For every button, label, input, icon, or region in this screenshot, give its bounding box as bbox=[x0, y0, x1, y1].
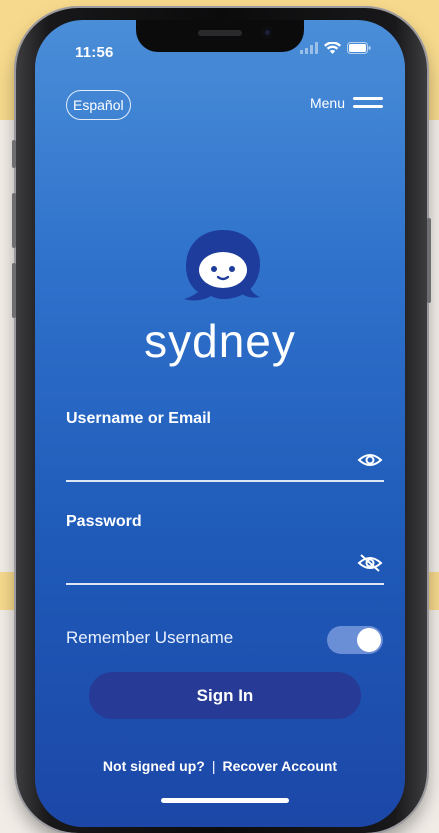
menu-label: Menu bbox=[309, 95, 345, 111]
signal-icon bbox=[300, 42, 318, 54]
eye-off-icon[interactable] bbox=[357, 553, 383, 573]
username-underline bbox=[66, 480, 384, 482]
remember-username-label: Remember Username bbox=[66, 628, 234, 647]
username-input[interactable] bbox=[66, 443, 346, 471]
app-wordmark: sydney bbox=[144, 315, 296, 367]
app-screen: 11:56 Español Menu sydney Username or Em… bbox=[35, 20, 405, 827]
battery-icon bbox=[347, 42, 371, 54]
username-label: Username or Email bbox=[66, 410, 211, 427]
notch bbox=[136, 20, 304, 52]
password-input[interactable] bbox=[66, 546, 346, 574]
remember-username-toggle[interactable] bbox=[327, 626, 383, 654]
password-label: Password bbox=[66, 513, 142, 530]
menu-button[interactable]: Menu bbox=[310, 95, 383, 111]
password-underline bbox=[66, 583, 384, 585]
wifi-icon bbox=[324, 42, 341, 54]
status-time: 11:56 bbox=[75, 44, 114, 61]
eye-icon[interactable] bbox=[357, 450, 383, 470]
volume-down-button bbox=[12, 263, 16, 318]
front-camera bbox=[262, 27, 273, 38]
chat-bubble-logo-icon bbox=[184, 230, 260, 301]
language-toggle-button[interactable]: Español bbox=[66, 90, 131, 120]
volume-up-button bbox=[12, 193, 16, 248]
status-icons bbox=[300, 42, 371, 54]
toggle-knob bbox=[357, 628, 381, 652]
recover-account-link[interactable]: Recover Account bbox=[222, 758, 337, 774]
not-signed-up-link[interactable]: Not signed up? bbox=[103, 758, 205, 774]
hamburger-icon bbox=[353, 97, 383, 109]
sign-in-button[interactable]: Sign In bbox=[89, 672, 361, 719]
footer-separator: | bbox=[211, 758, 216, 774]
home-indicator[interactable] bbox=[161, 798, 289, 803]
footer-links: Not signed up? | Recover Account bbox=[35, 758, 405, 774]
power-button bbox=[427, 218, 431, 303]
mute-switch bbox=[12, 140, 16, 168]
speaker bbox=[198, 30, 242, 36]
